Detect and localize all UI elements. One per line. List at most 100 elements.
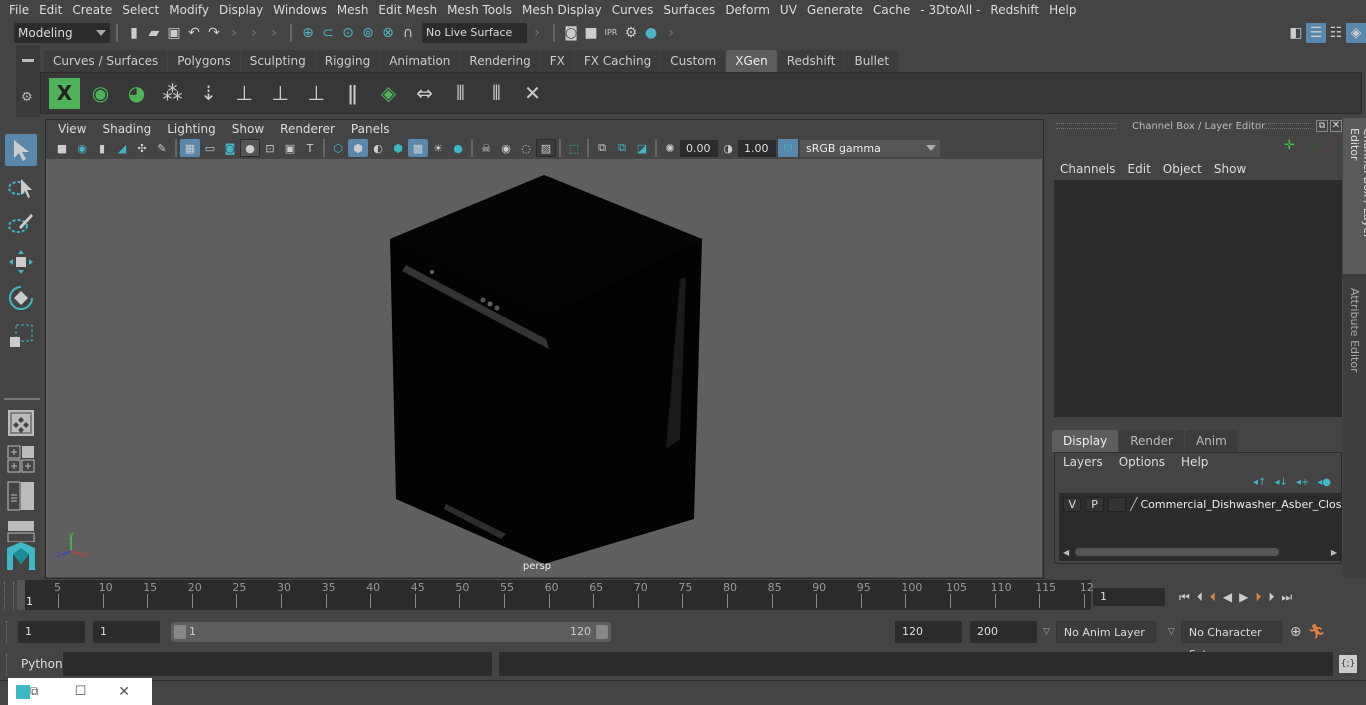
menu-help[interactable]: Help <box>1044 3 1081 17</box>
maximize-icon[interactable]: ☐ <box>75 684 87 699</box>
isolate-select-icon[interactable]: ⬚ <box>564 139 584 157</box>
play-backwards-icon[interactable]: ◀ <box>1223 590 1232 605</box>
collapse-icon[interactable]: › <box>527 23 547 43</box>
channel-box-toggle-icon[interactable]: ◈ <box>1346 22 1366 43</box>
playback-start-field[interactable]: 1 <box>93 621 160 643</box>
menu-deform[interactable]: Deform <box>720 3 775 17</box>
xray-joints-icon[interactable]: ◪ <box>632 139 652 157</box>
select-guides-icon[interactable]: ⫴ <box>445 78 476 109</box>
camera-attributes-icon[interactable]: ◉ <box>72 139 92 157</box>
new-scene-icon[interactable]: ▮ <box>124 23 144 43</box>
anim-layer-dropdown-icon[interactable]: ▽ <box>1043 627 1050 637</box>
drag-handle[interactable] <box>1056 123 1116 129</box>
modeling-toolkit-icon[interactable]: ◧ <box>1286 23 1306 43</box>
menu-select[interactable]: Select <box>117 3 164 17</box>
exposure-field[interactable]: 0.00 <box>680 139 718 157</box>
menu-generate[interactable]: Generate <box>802 3 868 17</box>
depth-of-field-icon[interactable]: ▨ <box>536 139 556 157</box>
viewport-menu-view[interactable]: View <box>50 122 94 136</box>
xgen-editor-icon[interactable]: X <box>49 77 80 109</box>
shelf-tab-animation[interactable]: Animation <box>380 50 460 72</box>
add-guide-icon[interactable]: ⊥ <box>229 78 260 109</box>
menu-mesh-tools[interactable]: Mesh Tools <box>442 3 517 17</box>
range-end-handle[interactable] <box>596 625 608 639</box>
move-tool-icon[interactable] <box>5 246 37 278</box>
animation-preferences-icon[interactable]: 🏃︎ <box>1308 624 1326 640</box>
collapse-icon[interactable]: › <box>661 23 681 43</box>
time-slider[interactable]: 1 5 10 15 20 25 30 35 40 45 50 55 60 65 70 75 80 85 90 95 1… <box>17 580 1094 610</box>
live-surface-field[interactable]: No Live Surface <box>422 22 527 43</box>
grid-icon[interactable]: ▦ <box>180 139 200 157</box>
character-set-dropdown-icon[interactable]: ▽ <box>1168 627 1175 637</box>
tool-settings-icon[interactable]: ☷ <box>1326 23 1346 43</box>
hypershade-icon[interactable]: ● <box>641 23 661 43</box>
viewport-menu-shading[interactable]: Shading <box>94 122 159 136</box>
select-tool-icon[interactable] <box>5 134 37 166</box>
close-icon[interactable]: ✕ <box>118 684 130 700</box>
display-type-toggle[interactable] <box>1107 496 1127 512</box>
2d-pan-zoom-icon[interactable]: ✣ <box>132 139 152 157</box>
viewport-menu-panels[interactable]: Panels <box>343 122 398 136</box>
go-to-end-icon[interactable]: ⏭ <box>1281 590 1292 605</box>
manipulator-icon[interactable]: ✛ <box>1284 138 1295 153</box>
move-layer-up-icon[interactable]: ◂↑ <box>1253 477 1266 488</box>
render-settings-icon[interactable]: ⚙ <box>621 23 641 43</box>
undo-icon[interactable]: ↶ <box>184 23 204 43</box>
range-slider[interactable]: 1 120 <box>171 622 611 642</box>
color-space-select[interactable]: sRGB gamma <box>800 139 940 157</box>
new-layer-selected-icon[interactable]: ◂● <box>1317 477 1331 488</box>
show-guides-icon[interactable]: ⊥ <box>265 78 296 109</box>
step-back-frame-icon[interactable]: ⏴ <box>1197 590 1203 605</box>
collapse-icon[interactable]: › <box>244 23 264 43</box>
shelf-menu-icon[interactable] <box>22 59 34 62</box>
3d-viewport[interactable]: persp y x z <box>46 159 1042 577</box>
resolution-gate-icon[interactable]: ◙ <box>220 139 240 157</box>
auto-key-icon[interactable]: ⊕ <box>1290 624 1302 640</box>
range-start-handle[interactable] <box>174 625 186 639</box>
step-forward-key-icon[interactable]: ⏵ <box>1255 590 1261 605</box>
step-back-key-icon[interactable]: ⏴ <box>1210 590 1216 605</box>
select-camera-icon[interactable]: ■ <box>52 139 72 157</box>
layer-menu-options[interactable]: Options <box>1111 455 1173 469</box>
snap-live-icon[interactable]: ⊗ <box>378 23 398 43</box>
layer-menu-help[interactable]: Help <box>1173 455 1216 469</box>
wireframe-icon[interactable]: ⬡ <box>328 139 348 157</box>
layer-tab-display[interactable]: Display <box>1052 430 1119 452</box>
motion-blur-icon[interactable]: ◉ <box>496 139 516 157</box>
lasso-tool-icon[interactable] <box>5 172 37 204</box>
menu-edit[interactable]: Edit <box>34 3 67 17</box>
bookmark-icon[interactable]: ▮ <box>92 139 112 157</box>
play-forwards-icon[interactable]: ▶ <box>1239 590 1248 605</box>
layer-menu-layers[interactable]: Layers <box>1055 455 1111 469</box>
create-description-icon[interactable]: ⁂ <box>157 78 188 109</box>
channel-box-menu-show[interactable]: Show <box>1208 162 1252 176</box>
layer-color-swatch[interactable]: ╱ <box>1130 497 1137 511</box>
redo-icon[interactable]: ↷ <box>204 23 224 43</box>
layer-name[interactable]: Commercial_Dishwasher_Asber_Close <box>1140 498 1341 511</box>
menu-3dtoall[interactable]: - 3DtoAll - <box>915 3 985 17</box>
smooth-shade-icon[interactable]: ⬢ <box>348 139 368 157</box>
paint-select-tool-icon[interactable] <box>5 208 37 240</box>
channel-box-menu-edit[interactable]: Edit <box>1122 162 1157 176</box>
wireframe-on-shaded-icon[interactable]: ⬢ <box>388 139 408 157</box>
drag-handle[interactable] <box>6 621 10 643</box>
layer-row[interactable]: V P ╱ Commercial_Dishwasher_Asber_Close <box>1059 495 1341 513</box>
command-language-label[interactable]: Python <box>21 657 63 671</box>
guide-tangent-icon[interactable]: ◈ <box>373 78 404 109</box>
shelf-tab-polygons[interactable]: Polygons <box>168 50 240 72</box>
xgen-hide-preview-icon[interactable]: ◕ <box>121 78 152 109</box>
open-scene-icon[interactable]: ▰ <box>144 23 164 43</box>
field-chart-icon[interactable]: ⊡ <box>260 139 280 157</box>
viewport-menu-renderer[interactable]: Renderer <box>272 122 343 136</box>
safe-title-icon[interactable]: T <box>300 139 320 157</box>
split-guides-icon[interactable]: ǁ <box>337 78 368 109</box>
layer-tab-anim[interactable]: Anim <box>1184 430 1238 452</box>
menu-display[interactable]: Display <box>214 3 268 17</box>
layer-tab-render[interactable]: Render <box>1119 430 1184 452</box>
save-scene-icon[interactable]: ▣ <box>164 23 184 43</box>
snap-magnet-icon[interactable]: ∩ <box>398 23 418 43</box>
menu-cache[interactable]: Cache <box>868 3 915 17</box>
collapse-icon[interactable]: › <box>224 23 244 43</box>
horizontal-scrollbar[interactable]: ◀ ▶ <box>1059 545 1341 559</box>
shelf-tab-fx[interactable]: FX <box>540 50 574 72</box>
